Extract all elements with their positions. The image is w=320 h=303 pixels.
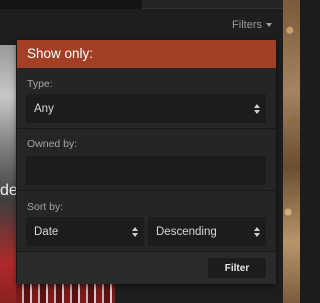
filters-toggle[interactable]: Filters <box>232 18 272 32</box>
select-arrows-icon <box>254 226 260 238</box>
type-label: Type: <box>27 78 53 90</box>
filters-toggle-label: Filters <box>232 19 262 31</box>
sort-field-value: Date <box>34 225 59 238</box>
owned-by-label: Owned by: <box>27 138 78 150</box>
divider <box>17 128 276 129</box>
background-photo-thumbnail <box>16 283 115 303</box>
top-bar <box>0 0 300 9</box>
type-select-value: Any <box>34 102 54 115</box>
owned-by-section: Owned by: <box>17 130 276 190</box>
sort-order-value: Descending <box>156 225 217 238</box>
sort-field-select[interactable]: Date <box>26 217 144 246</box>
top-search-field[interactable] <box>142 0 300 9</box>
select-arrows-icon <box>132 226 138 238</box>
sort-section: Sort by: Date Descending <box>17 192 276 251</box>
select-arrows-icon <box>254 103 260 115</box>
type-select[interactable]: Any <box>26 94 266 123</box>
background-image-right <box>283 0 300 303</box>
divider <box>17 190 276 191</box>
filter-panel: Show only: Type: Any Owned by: Sort by: … <box>17 40 276 284</box>
background-card-image <box>0 45 16 303</box>
sort-by-label: Sort by: <box>27 201 64 213</box>
panel-title: Show only: <box>17 40 276 68</box>
owned-by-input[interactable] <box>26 156 266 185</box>
filter-button[interactable]: Filter <box>208 258 266 278</box>
background-card-title: der <box>0 182 16 199</box>
caret-down-icon <box>266 23 272 27</box>
type-section: Type: Any <box>17 68 276 128</box>
panel-footer: Filter <box>17 252 276 284</box>
sort-order-select[interactable]: Descending <box>148 217 266 246</box>
